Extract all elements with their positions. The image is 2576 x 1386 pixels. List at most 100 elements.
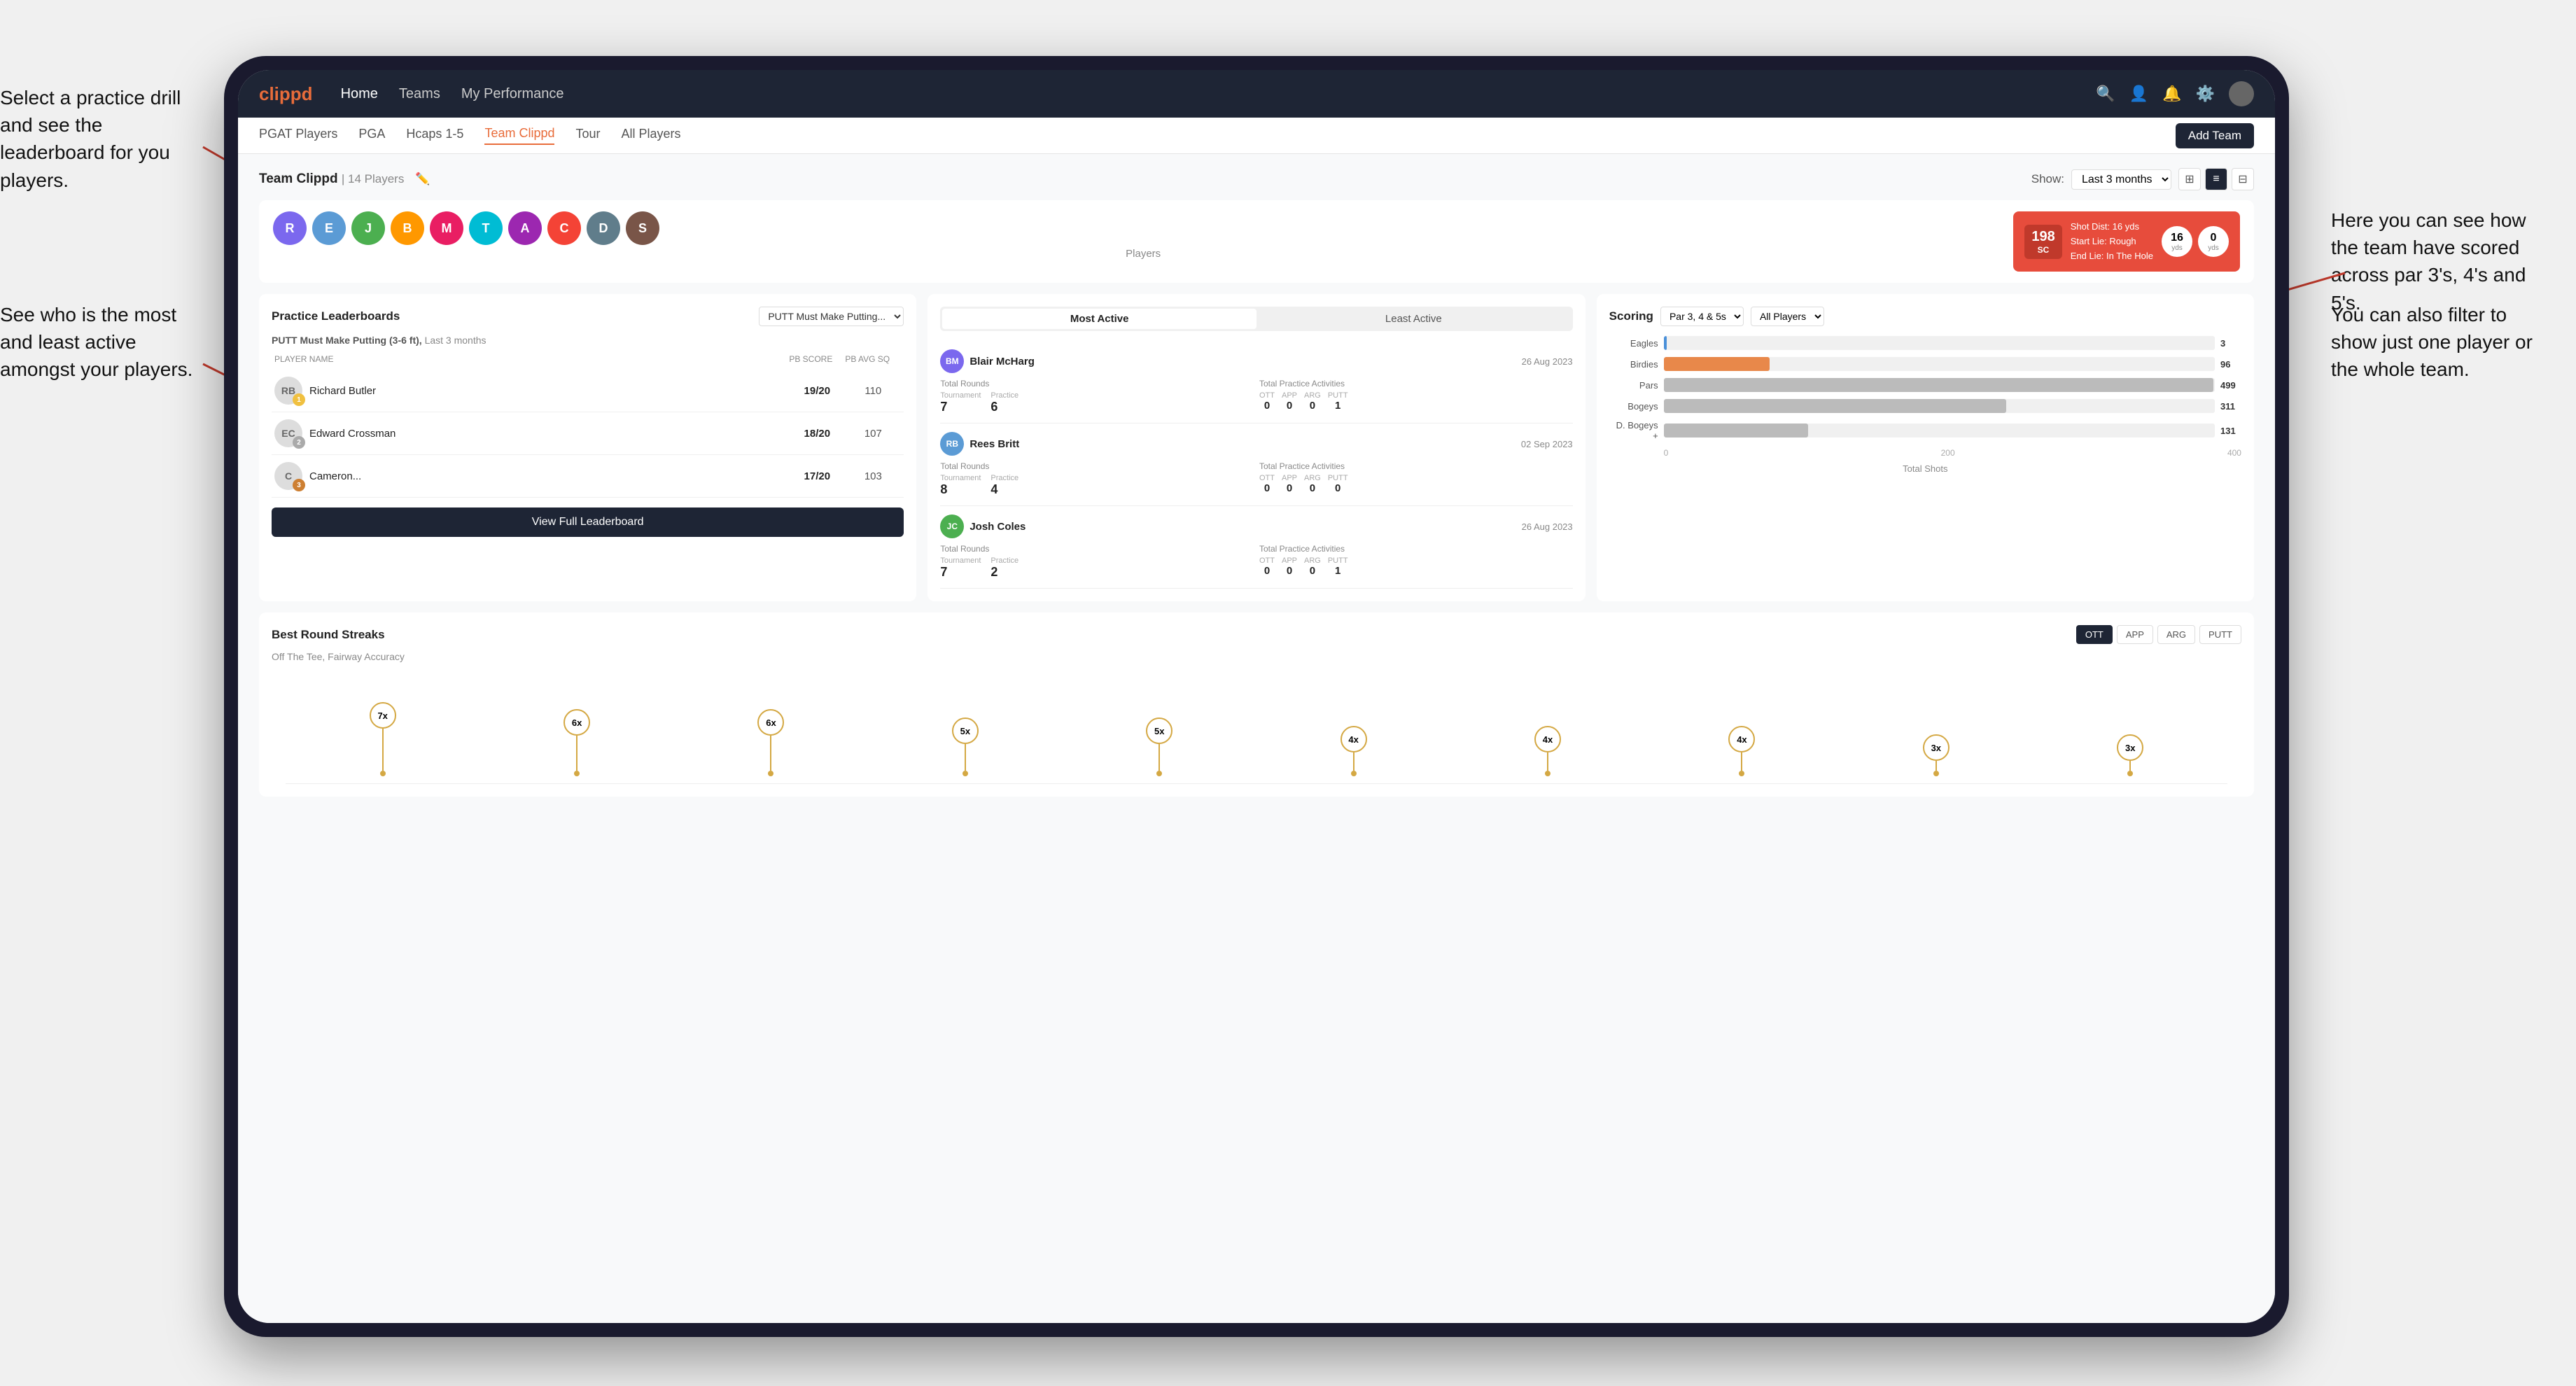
streak-pin-line-10 — [2129, 761, 2131, 771]
pa-date-2: 02 Sep 2023 — [1521, 439, 1573, 449]
card-header-lb: Practice Leaderboards PUTT Must Make Put… — [272, 307, 904, 326]
pa-stat-rounds-2: Total Rounds Tournament 8 Practice 4 — [940, 461, 1254, 497]
streak-pin-line-4 — [965, 744, 966, 771]
streak-pin-dot-4 — [962, 771, 968, 776]
lb-avatar-2: EC 2 — [274, 419, 302, 447]
pa-player-2: RB Rees Britt — [940, 432, 1019, 456]
lb-row-3: C 3 Cameron... 17/20 103 — [272, 455, 904, 498]
top-nav: clippd Home Teams My Performance 🔍 👤 🔔 ⚙… — [238, 70, 2275, 118]
lb-player-1: RB 1 Richard Butler — [274, 377, 789, 405]
nav-home[interactable]: Home — [341, 86, 378, 102]
sub-nav-all-players[interactable]: All Players — [622, 127, 681, 144]
annotation-3: Here you can see how the team have score… — [2331, 206, 2555, 316]
streak-pin-dot-9 — [1933, 771, 1939, 776]
pa-stat-practice-3: Total Practice Activities OTT 0 APP 0 — [1259, 544, 1573, 580]
list-view-btn[interactable]: ≡ — [2205, 168, 2227, 190]
pa-stats-2: Total Rounds Tournament 8 Practice 4 — [940, 461, 1572, 497]
streak-pin-dot-6 — [1351, 771, 1357, 776]
streak-pin-line-9 — [1935, 761, 1937, 771]
nav-links: Home Teams My Performance — [341, 86, 2096, 102]
br-tab-ott[interactable]: OTT — [2076, 625, 2113, 644]
bell-icon[interactable]: 🔔 — [2162, 85, 2181, 103]
scoring-par-select[interactable]: Par 3, 4 & 5s — [1660, 307, 1744, 326]
pa-stats-1: Total Rounds Tournament 7 Practice 6 — [940, 379, 1572, 414]
player-avatar-6[interactable]: T — [469, 211, 503, 245]
player-avatar-5[interactable]: M — [430, 211, 463, 245]
detail-view-btn[interactable]: ⊟ — [2232, 168, 2254, 190]
edit-icon[interactable]: ✏️ — [415, 172, 430, 186]
practice-leaderboard-card: Practice Leaderboards PUTT Must Make Put… — [259, 294, 916, 601]
pa-name-3: Josh Coles — [969, 521, 1026, 533]
streak-pin-2: 6x — [564, 709, 590, 776]
tablet-frame: clippd Home Teams My Performance 🔍 👤 🔔 ⚙… — [224, 56, 2289, 1337]
avatar[interactable] — [2229, 81, 2254, 106]
lb-rank-badge-1: 1 — [293, 393, 305, 406]
chart-container: Eagles 3 Birdies 96 — [1609, 336, 2241, 481]
br-tab-putt[interactable]: PUTT — [2199, 625, 2241, 644]
players-card: R E J B M T A C D S Players — [259, 200, 2254, 283]
scoring-player-select[interactable]: All Players — [1751, 307, 1824, 326]
streak-pin-1: 7x — [370, 702, 396, 776]
streak-pin-dot-5 — [1156, 771, 1162, 776]
sub-nav-team-clippd[interactable]: Team Clippd — [484, 126, 554, 145]
sub-nav-pga[interactable]: PGA — [358, 127, 385, 144]
player-avatar-2[interactable]: E — [312, 211, 346, 245]
streak-pin-4: 5x — [952, 718, 979, 776]
search-icon[interactable]: 🔍 — [2096, 85, 2115, 103]
player-avatar-10[interactable]: S — [626, 211, 659, 245]
player-activity-2: RB Rees Britt 02 Sep 2023 Total Rounds T… — [940, 424, 1572, 506]
lb-avatar-3: C 3 — [274, 462, 302, 490]
most-active-tab[interactable]: Most Active — [942, 309, 1256, 329]
player-avatar-9[interactable]: D — [587, 211, 620, 245]
chart-label-bogeys: Bogeys — [1609, 401, 1658, 412]
least-active-tab[interactable]: Least Active — [1256, 309, 1571, 329]
team-header: Team Clippd | 14 Players ✏️ Show: Last 3… — [259, 168, 2254, 190]
pa-player-1: BM Blair McHarg — [940, 349, 1035, 373]
br-tab-arg[interactable]: ARG — [2157, 625, 2195, 644]
pa-header-3: JC Josh Coles 26 Aug 2023 — [940, 514, 1572, 538]
chart-row-bogeys: Bogeys 311 — [1609, 399, 2241, 413]
chart-bar-pars — [1664, 378, 2214, 392]
chart-val-birdies: 96 — [2220, 359, 2241, 370]
nav-teams[interactable]: Teams — [399, 86, 440, 102]
chart-label-eagles: Eagles — [1609, 338, 1658, 349]
player-avatar-8[interactable]: C — [547, 211, 581, 245]
sub-nav-tour[interactable]: Tour — [575, 127, 600, 144]
pa-date-1: 26 Aug 2023 — [1522, 356, 1573, 367]
br-subtitle: Off The Tee, Fairway Accuracy — [272, 651, 2241, 662]
br-tab-app[interactable]: APP — [2117, 625, 2153, 644]
grid-view-btn[interactable]: ⊞ — [2178, 168, 2201, 190]
annotation-3-text: Here you can see how the team have score… — [2331, 209, 2526, 314]
player-avatar-4[interactable]: B — [391, 211, 424, 245]
player-avatar-1[interactable]: R — [273, 211, 307, 245]
lb-col-headers: PLAYER NAME PB SCORE PB AVG SQ — [272, 354, 904, 364]
pa-stat-rounds-3: Total Rounds Tournament 7 Practice 2 — [940, 544, 1254, 580]
br-header: Best Round Streaks OTT APP ARG PUTT — [272, 625, 2241, 644]
streak-pin-circle-7: 4x — [1534, 726, 1561, 752]
scoring-header: Scoring Par 3, 4 & 5s All Players — [1609, 307, 2241, 326]
sub-nav-pgat[interactable]: PGAT Players — [259, 127, 337, 144]
player-avatar-3[interactable]: J — [351, 211, 385, 245]
streak-pin-circle-10: 3x — [2117, 734, 2143, 761]
drill-select[interactable]: PUTT Must Make Putting... — [759, 307, 904, 326]
nav-my-performance[interactable]: My Performance — [461, 86, 564, 102]
settings-icon[interactable]: ⚙️ — [2196, 85, 2215, 103]
yard-box-1: 16 yds — [2162, 226, 2192, 257]
chart-row-birdies: Birdies 96 — [1609, 357, 2241, 371]
lb-score-3: 17/20 — [789, 470, 845, 482]
chart-bar-birdies — [1664, 357, 1770, 371]
streak-pin-3: 6x — [757, 709, 784, 776]
player-avatar-7[interactable]: A — [508, 211, 542, 245]
view-full-leaderboard-button[interactable]: View Full Leaderboard — [272, 507, 904, 537]
show-select[interactable]: Last 3 months Last month Last week — [2071, 169, 2171, 190]
annotation-4-text: You can also filter to show just one pla… — [2331, 304, 2533, 380]
sub-nav-hcaps[interactable]: Hcaps 1-5 — [406, 127, 463, 144]
lb-rank-badge-2: 2 — [293, 436, 305, 449]
chart-val-bogeys: 311 — [2220, 401, 2241, 412]
tablet-screen: clippd Home Teams My Performance 🔍 👤 🔔 ⚙… — [238, 70, 2275, 1323]
profile-icon[interactable]: 👤 — [2129, 85, 2148, 103]
streak-pin-9: 3x — [1923, 734, 1949, 776]
pa-name-2: Rees Britt — [969, 438, 1019, 450]
add-team-button[interactable]: Add Team — [2176, 123, 2254, 148]
streak-pin-line-7 — [1547, 752, 1548, 771]
